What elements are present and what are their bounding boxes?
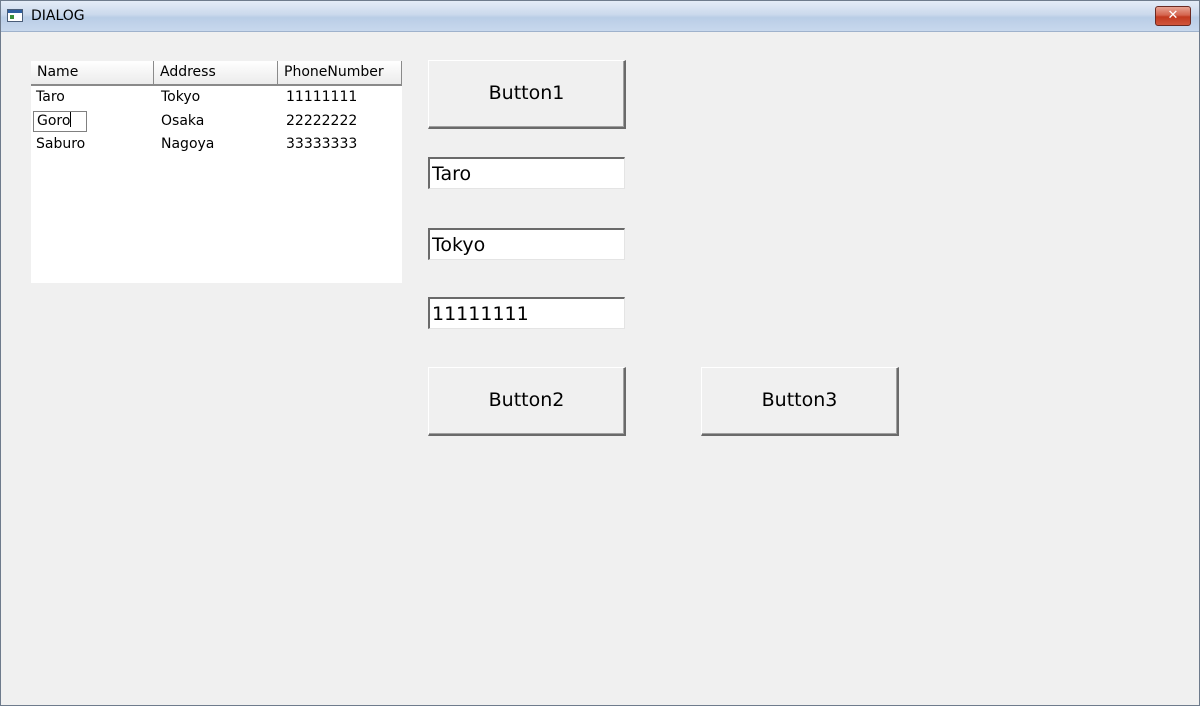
cell-name-edit-input[interactable]: Goro bbox=[33, 111, 87, 132]
window-title: DIALOG bbox=[31, 8, 85, 24]
button3[interactable]: Button3 bbox=[701, 367, 899, 436]
close-icon[interactable]: ✕ bbox=[1155, 6, 1191, 26]
text-caret bbox=[70, 112, 72, 127]
cell-name: Saburo bbox=[36, 136, 86, 152]
phone-field[interactable] bbox=[428, 297, 625, 329]
address-field[interactable] bbox=[428, 228, 625, 260]
table-row[interactable]: Saburo Nagoya 33333333 bbox=[31, 133, 402, 156]
table-row[interactable]: Taro Tokyo 11111111 bbox=[31, 86, 402, 109]
column-header-phonenumber[interactable]: PhoneNumber bbox=[278, 61, 402, 84]
column-header-address[interactable]: Address bbox=[154, 61, 278, 84]
title-bar[interactable]: DIALOG ✕ bbox=[1, 1, 1199, 32]
table-row[interactable]: Goro Osaka 22222222 bbox=[31, 110, 402, 133]
listview-header: Name Address PhoneNumber bbox=[31, 61, 402, 86]
button2[interactable]: Button2 bbox=[428, 367, 626, 436]
cell-address: Osaka bbox=[161, 113, 205, 129]
column-header-name[interactable]: Name bbox=[31, 61, 154, 84]
cell-phone: 33333333 bbox=[286, 136, 358, 152]
button1[interactable]: Button1 bbox=[428, 60, 626, 129]
cell-address: Tokyo bbox=[161, 89, 201, 105]
cell-phone: 11111111 bbox=[286, 89, 358, 105]
app-window-icon bbox=[7, 9, 23, 22]
dialog-window: DIALOG ✕ Name Address PhoneNumber Taro T… bbox=[0, 0, 1200, 706]
cell-address: Nagoya bbox=[161, 136, 215, 152]
contacts-listview[interactable]: Name Address PhoneNumber Taro Tokyo 1111… bbox=[31, 61, 402, 283]
cell-phone: 22222222 bbox=[286, 113, 358, 129]
cell-name: Goro bbox=[37, 113, 71, 129]
name-field[interactable] bbox=[428, 157, 625, 189]
cell-name: Taro bbox=[36, 89, 65, 105]
